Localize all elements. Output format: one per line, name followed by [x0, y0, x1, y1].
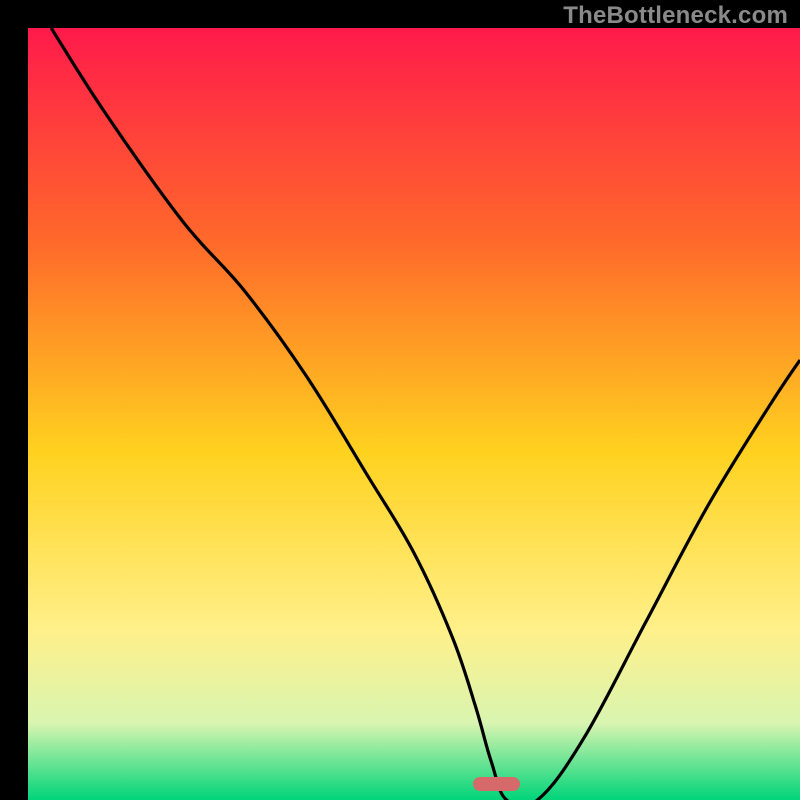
watermark-text: TheBottleneck.com: [563, 2, 788, 30]
optimum-marker: [473, 777, 519, 791]
bottleneck-chart: [28, 28, 800, 800]
chart-frame: [14, 14, 786, 786]
gradient-background: [28, 28, 800, 800]
